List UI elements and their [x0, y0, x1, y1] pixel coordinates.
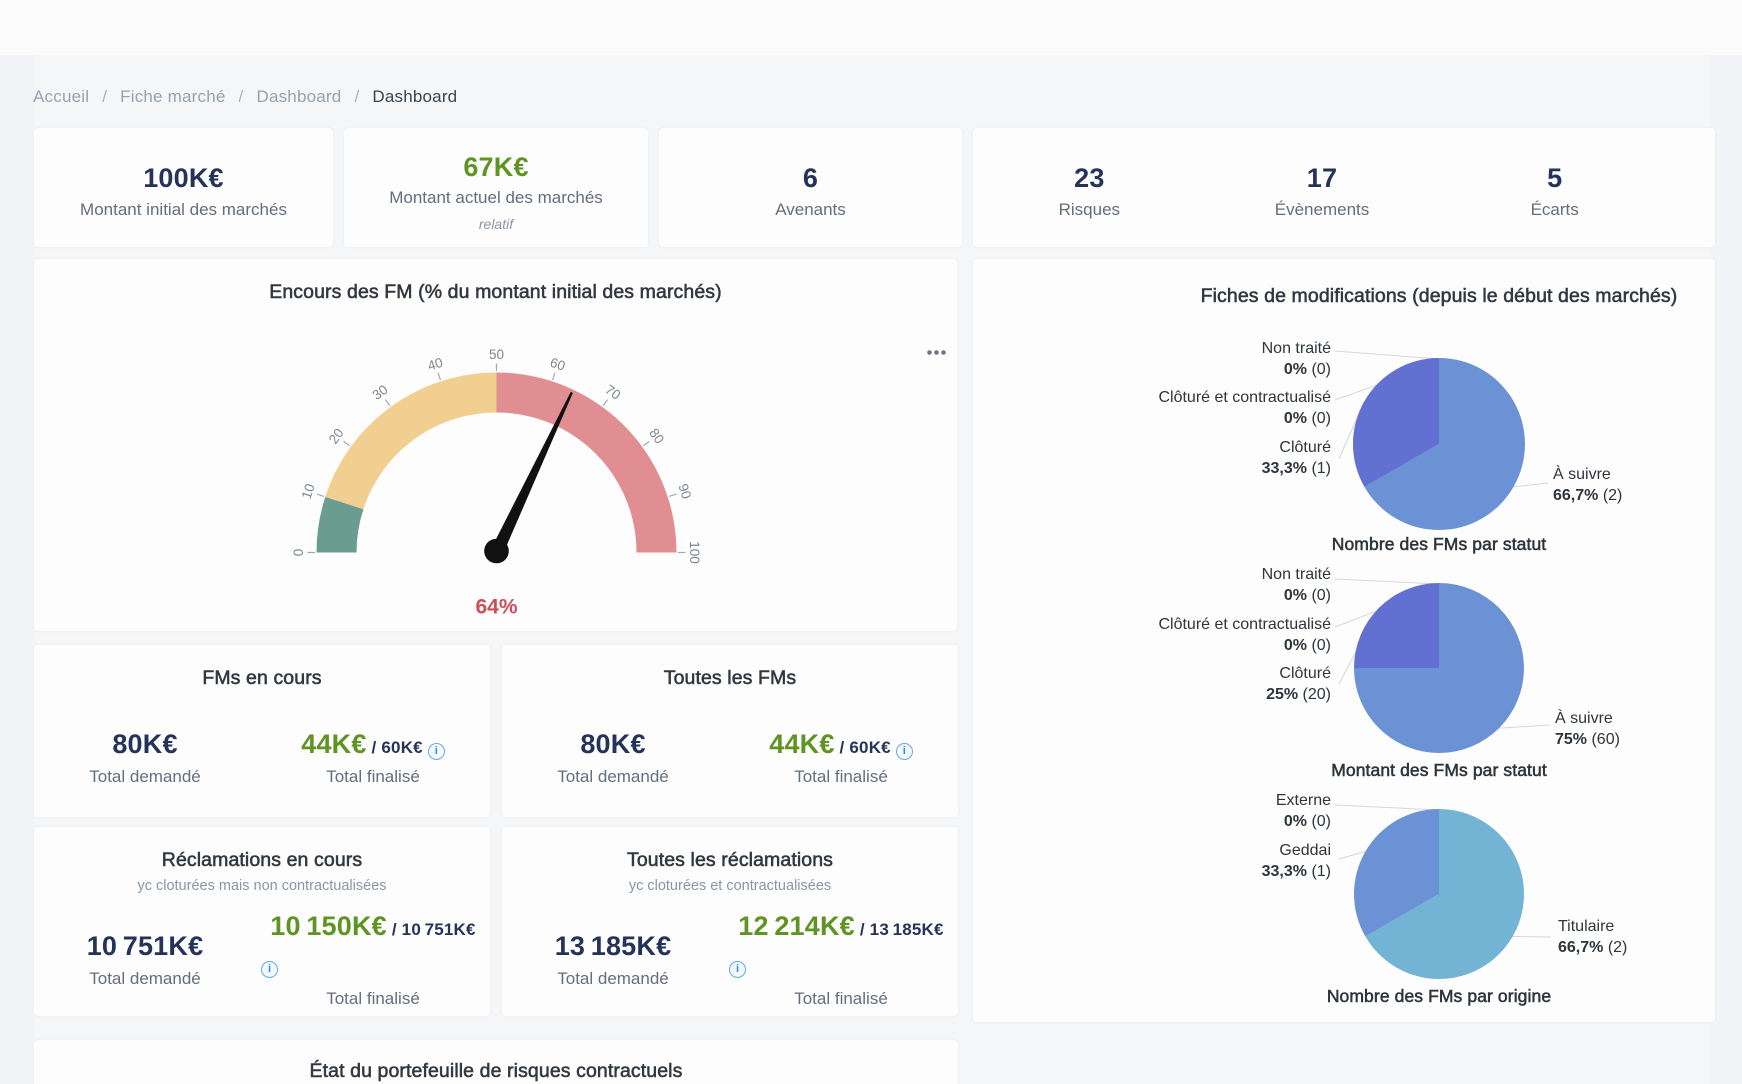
svg-text:50: 50: [489, 347, 504, 362]
svg-text:90: 90: [675, 482, 694, 501]
svg-text:80: 80: [646, 426, 667, 447]
svg-text:0: 0: [291, 549, 306, 557]
svg-text:20: 20: [326, 426, 347, 447]
svg-text:30: 30: [370, 382, 391, 403]
svg-text:70: 70: [602, 382, 623, 403]
svg-text:10: 10: [299, 482, 318, 501]
svg-text:60: 60: [548, 355, 567, 374]
svg-text:100: 100: [687, 541, 702, 564]
svg-text:40: 40: [426, 355, 445, 374]
svg-text:64%: 64%: [475, 596, 517, 619]
